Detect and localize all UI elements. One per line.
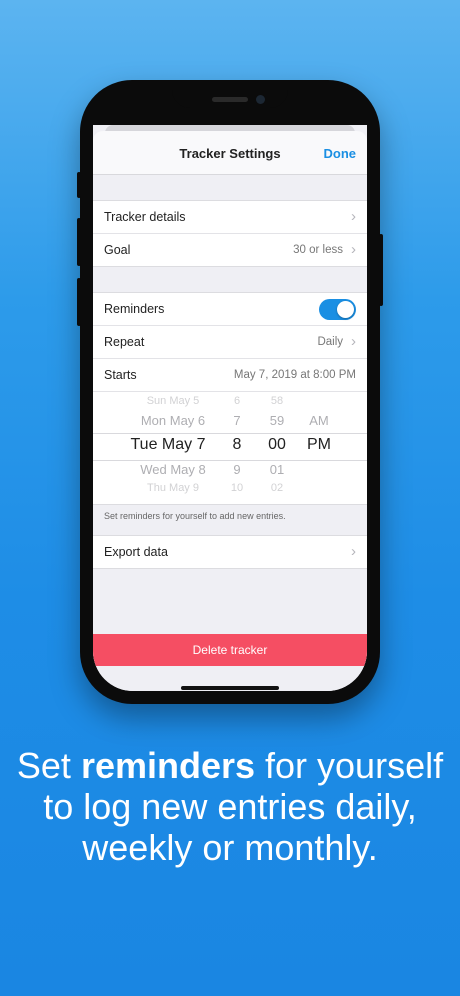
- reminders-footer-note: Set reminders for yourself to add new en…: [104, 511, 286, 521]
- phone-frame: Tracker Settings Done Tracker details › …: [77, 80, 383, 704]
- reminders-group: Reminders Repeat Daily › Starts May 7, 2…: [93, 292, 367, 505]
- delete-tracker-label: Delete tracker: [192, 643, 268, 657]
- export-group: Export data ›: [93, 535, 367, 569]
- repeat-row[interactable]: Repeat Daily ›: [93, 326, 367, 359]
- chevron-right-icon: ›: [351, 543, 356, 560]
- mute-switch: [77, 172, 81, 198]
- picker-date-option[interactable]: Wed May 8: [140, 462, 206, 477]
- reminders-label: Reminders: [104, 302, 165, 316]
- caption-prefix: Set: [16, 745, 81, 786]
- picker-hour-selected[interactable]: 8: [233, 436, 242, 454]
- picker-date-option[interactable]: Sun May 5: [147, 395, 200, 407]
- picker-date-option[interactable]: Mon May 6: [141, 413, 205, 428]
- chevron-right-icon: ›: [351, 333, 356, 350]
- details-group: Tracker details › Goal 30 or less ›: [93, 200, 367, 267]
- starts-value: May 7, 2019 at 8:00 PM: [233, 369, 356, 381]
- picker-minute-option[interactable]: 59: [270, 413, 284, 428]
- picker-hour-option[interactable]: 10: [231, 482, 243, 494]
- picker-minute-option[interactable]: 01: [270, 462, 284, 477]
- repeat-label: Repeat: [104, 335, 145, 349]
- picker-ampm-option[interactable]: AM: [309, 413, 329, 428]
- picker-minute-option[interactable]: 02: [271, 482, 283, 494]
- phone-screen: Tracker Settings Done Tracker details › …: [93, 125, 367, 691]
- speaker-grille: [212, 97, 248, 102]
- export-data-label: Export data: [104, 545, 168, 559]
- picker-date-selected[interactable]: Tue May 7: [131, 436, 206, 454]
- volume-down-button: [77, 278, 81, 326]
- chevron-right-icon: ›: [351, 208, 356, 225]
- date-time-picker[interactable]: Sun May 5 Mon May 6 Tue May 7 Wed May 8 …: [93, 392, 367, 504]
- tracker-details-row[interactable]: Tracker details ›: [93, 201, 367, 234]
- starts-row[interactable]: Starts May 7, 2019 at 8:00 PM: [93, 359, 367, 392]
- reminders-row: Reminders: [93, 293, 367, 326]
- reminders-toggle[interactable]: [319, 299, 356, 320]
- picker-hour-option[interactable]: 7: [233, 413, 240, 428]
- picker-minute-selected[interactable]: 00: [268, 436, 286, 454]
- toggle-knob: [337, 301, 354, 318]
- volume-up-button: [77, 218, 81, 266]
- tracker-details-label: Tracker details: [104, 210, 186, 224]
- goal-row[interactable]: Goal 30 or less ›: [93, 234, 367, 266]
- picker-ampm-selected[interactable]: PM: [307, 436, 331, 454]
- settings-sheet: Tracker Settings Done Tracker details › …: [93, 131, 367, 691]
- goal-value: 30 or less: [293, 244, 343, 256]
- goal-label: Goal: [104, 243, 131, 257]
- marketing-caption: Set reminders for yourself to log new en…: [0, 745, 460, 868]
- caption-highlight: reminders: [80, 745, 256, 786]
- picker-date-option[interactable]: Thu May 9: [147, 482, 199, 494]
- power-button: [379, 234, 383, 306]
- front-camera: [256, 95, 265, 104]
- export-data-row[interactable]: Export data ›: [93, 536, 367, 568]
- picker-hour-option[interactable]: 9: [233, 462, 240, 477]
- delete-tracker-button[interactable]: Delete tracker: [93, 634, 367, 666]
- done-button[interactable]: Done: [324, 146, 357, 161]
- picker-hour-option[interactable]: 6: [234, 395, 240, 407]
- picker-minute-option[interactable]: 58: [271, 395, 283, 407]
- repeat-value: Daily: [317, 336, 343, 348]
- home-indicator: [181, 686, 279, 690]
- navigation-bar: Tracker Settings Done: [93, 131, 367, 175]
- chevron-right-icon: ›: [351, 241, 356, 258]
- notch: [172, 80, 288, 108]
- starts-label: Starts: [104, 368, 137, 382]
